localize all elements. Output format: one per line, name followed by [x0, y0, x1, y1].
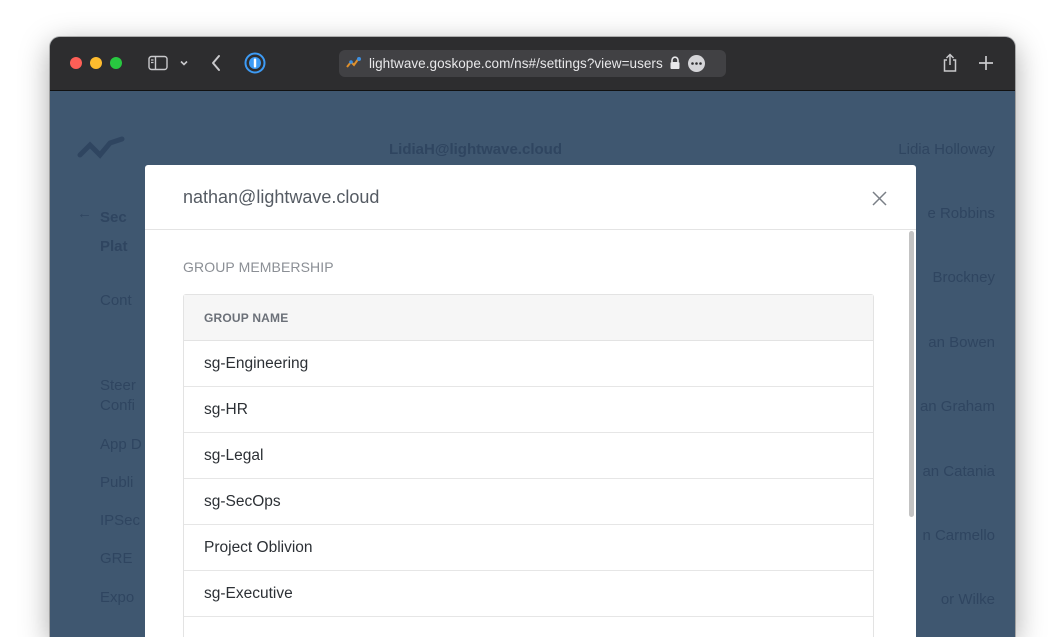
- address-bar[interactable]: lightwave.goskope.com/ns#/settings?view=…: [339, 50, 726, 77]
- user-name: an Graham: [919, 398, 995, 415]
- nav-item: Confi: [100, 397, 136, 414]
- group-table: GROUP NAME sg-Engineering sg-HR sg-Legal…: [183, 294, 874, 637]
- user-name: an Bowen: [928, 334, 995, 351]
- user-name: Brockney: [932, 269, 995, 286]
- user-email: LidiaH@lightwave.cloud: [389, 141, 562, 158]
- lock-icon: [670, 56, 680, 69]
- user-name: n Carmello: [922, 527, 995, 544]
- modal-title: nathan@lightwave.cloud: [183, 187, 380, 207]
- user-name: an Catania: [922, 463, 995, 480]
- chevron-down-icon[interactable]: [178, 51, 190, 75]
- table-row[interactable]: sg-Legal: [184, 433, 873, 479]
- section-label: GROUP MEMBERSHIP: [183, 259, 334, 275]
- modal-header: nathan@lightwave.cloud: [145, 165, 916, 230]
- ellipsis-icon[interactable]: [688, 55, 705, 72]
- nav-item: GRE: [100, 550, 133, 567]
- user-name: e Robbins: [927, 205, 995, 222]
- column-header[interactable]: GROUP NAME: [184, 295, 873, 341]
- logo-icon: [77, 136, 125, 159]
- zoom-window-button[interactable]: [110, 57, 122, 69]
- browser-toolbar: lightwave.goskope.com/ns#/settings?view=…: [50, 37, 1015, 91]
- password-manager-icon[interactable]: [243, 51, 267, 75]
- table-row[interactable]: sg-Engineering: [184, 341, 873, 387]
- page-title: Sec Plat: [100, 209, 128, 255]
- modal-scrollbar[interactable]: [909, 231, 914, 517]
- minimize-window-button[interactable]: [90, 57, 102, 69]
- table-row[interactable]: sg-HR: [184, 387, 873, 433]
- nav-item: Expo: [100, 589, 135, 606]
- close-window-button[interactable]: [70, 57, 82, 69]
- user-name: Lidia Holloway: [898, 141, 995, 158]
- table-row[interactable]: sg-SecOps: [184, 479, 873, 525]
- nav-item: IPSec: [100, 512, 141, 529]
- plus-icon[interactable]: [976, 51, 996, 75]
- share-icon[interactable]: [940, 51, 960, 75]
- site-favicon-icon: [346, 57, 361, 68]
- table-row[interactable]: sg-Executive: [184, 571, 873, 617]
- nav-item: Publi: [100, 474, 134, 491]
- sidebar-icon[interactable]: [148, 51, 168, 75]
- table-row[interactable]: Project Oblivion: [184, 525, 873, 571]
- url-text: lightwave.goskope.com/ns#/settings?view=…: [369, 56, 663, 71]
- nav-item: Steer: [100, 377, 136, 394]
- close-icon[interactable]: [870, 189, 889, 208]
- back-arrow-icon[interactable]: [207, 51, 225, 75]
- user-details-modal: nathan@lightwave.cloud GROUP MEMBERSHIP …: [145, 165, 916, 637]
- browser-window: lightwave.goskope.com/ns#/settings?view=…: [50, 37, 1015, 637]
- table-row[interactable]: [184, 617, 873, 637]
- nav-item: Cont: [100, 292, 132, 309]
- nav-item: App D: [100, 436, 142, 453]
- user-name: or Wilke: [940, 591, 995, 608]
- back-arrow-icon: ←: [77, 205, 92, 222]
